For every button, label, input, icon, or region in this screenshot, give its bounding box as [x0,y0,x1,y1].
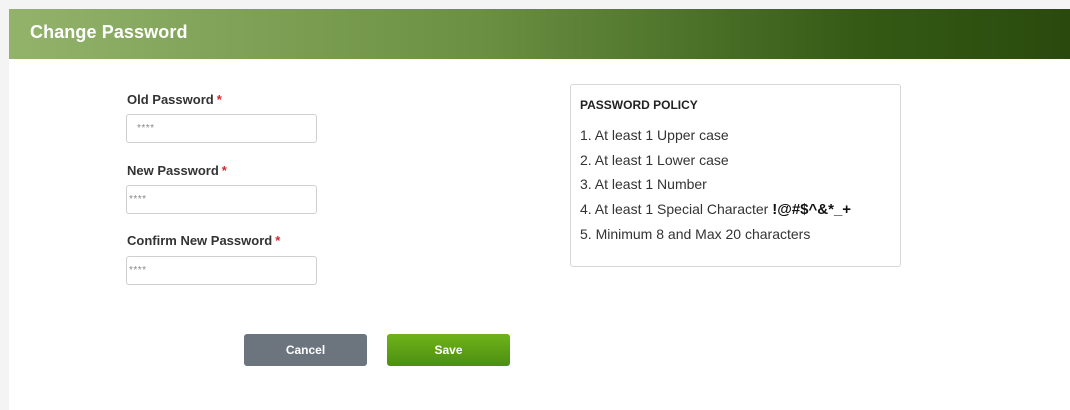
change-password-panel: Change Password Old Password * New Passwo… [9,9,1070,410]
policy-item-text: 4. At least 1 Special Character [580,200,769,217]
old-password-label-text: Old Password [127,92,214,107]
old-password-input[interactable] [126,114,317,143]
new-password-label-text: New Password [127,163,219,178]
new-password-input[interactable] [126,185,317,214]
policy-item: 2. At least 1 Lower case [580,151,729,168]
required-marker: * [275,233,281,248]
password-policy-list: 1. At least 1 Upper case 2. At least 1 L… [580,123,851,247]
page-title: Change Password [30,22,188,42]
panel-header: Change Password [9,9,1070,59]
required-marker: * [216,92,222,107]
confirm-password-label-text: Confirm New Password [127,233,273,248]
password-policy-box: PASSWORD POLICY 1. At least 1 Upper case… [570,84,901,267]
policy-item: 3. At least 1 Number [580,176,707,192]
policy-item-special: 4. At least 1 Special Character !@#$^&*_… [580,197,851,223]
confirm-password-label: Confirm New Password * [127,233,280,248]
policy-item: 5. Minimum 8 and Max 20 characters [580,226,811,242]
password-policy-title: PASSWORD POLICY [580,98,698,112]
new-password-label: New Password * [127,163,227,178]
save-button[interactable]: Save [387,334,510,366]
required-marker: * [221,163,227,178]
policy-item: 1. At least 1 Upper case [580,127,729,143]
old-password-label: Old Password * [127,92,222,107]
confirm-password-input[interactable] [126,256,317,285]
cancel-button[interactable]: Cancel [244,334,367,366]
special-characters: !@#$^&*_+ [772,200,852,218]
